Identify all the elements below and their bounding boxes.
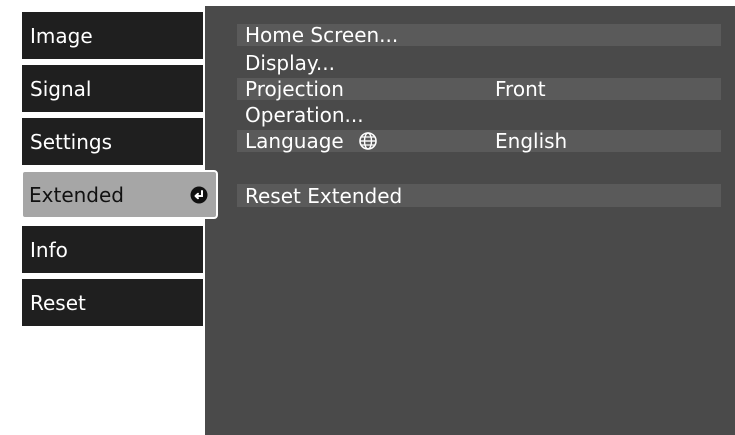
menu-item-home-screen[interactable]: Home Screen...	[237, 23, 721, 47]
projection-value: Front	[495, 77, 546, 101]
tab-info[interactable]: Info	[22, 226, 203, 273]
globe-icon	[358, 132, 377, 150]
tab-label: Reset	[30, 290, 86, 315]
tab-extended[interactable]: Extended	[21, 170, 218, 219]
menu-item-projection[interactable]: Projection Front	[237, 77, 721, 101]
menu-item-display[interactable]: Display...	[237, 51, 721, 75]
tab-signal[interactable]: Signal	[22, 65, 203, 112]
tab-label: Info	[30, 237, 68, 262]
enter-icon	[190, 186, 208, 203]
menu-item-operation[interactable]: Operation...	[237, 103, 721, 127]
language-value: English	[495, 129, 568, 153]
menu-item-label: Display...	[245, 51, 335, 75]
tab-label: Settings	[30, 129, 113, 154]
tab-label: Image	[30, 23, 93, 48]
tab-image[interactable]: Image	[22, 12, 203, 59]
menu-item-label: Projection	[245, 77, 344, 101]
tab-label: Signal	[30, 76, 92, 101]
menu-item-label: Home Screen...	[245, 23, 399, 47]
tab-settings[interactable]: Settings	[22, 118, 203, 165]
menu-item-language[interactable]: Language English	[237, 129, 721, 153]
menu-item-label: Language	[245, 129, 344, 153]
menu-item-label: Operation...	[245, 103, 364, 127]
tab-reset[interactable]: Reset	[22, 279, 203, 326]
tab-label: Extended	[29, 182, 124, 207]
menu-item-reset-extended[interactable]: Reset Extended	[237, 183, 721, 208]
menu-item-label: Reset Extended	[245, 183, 403, 208]
